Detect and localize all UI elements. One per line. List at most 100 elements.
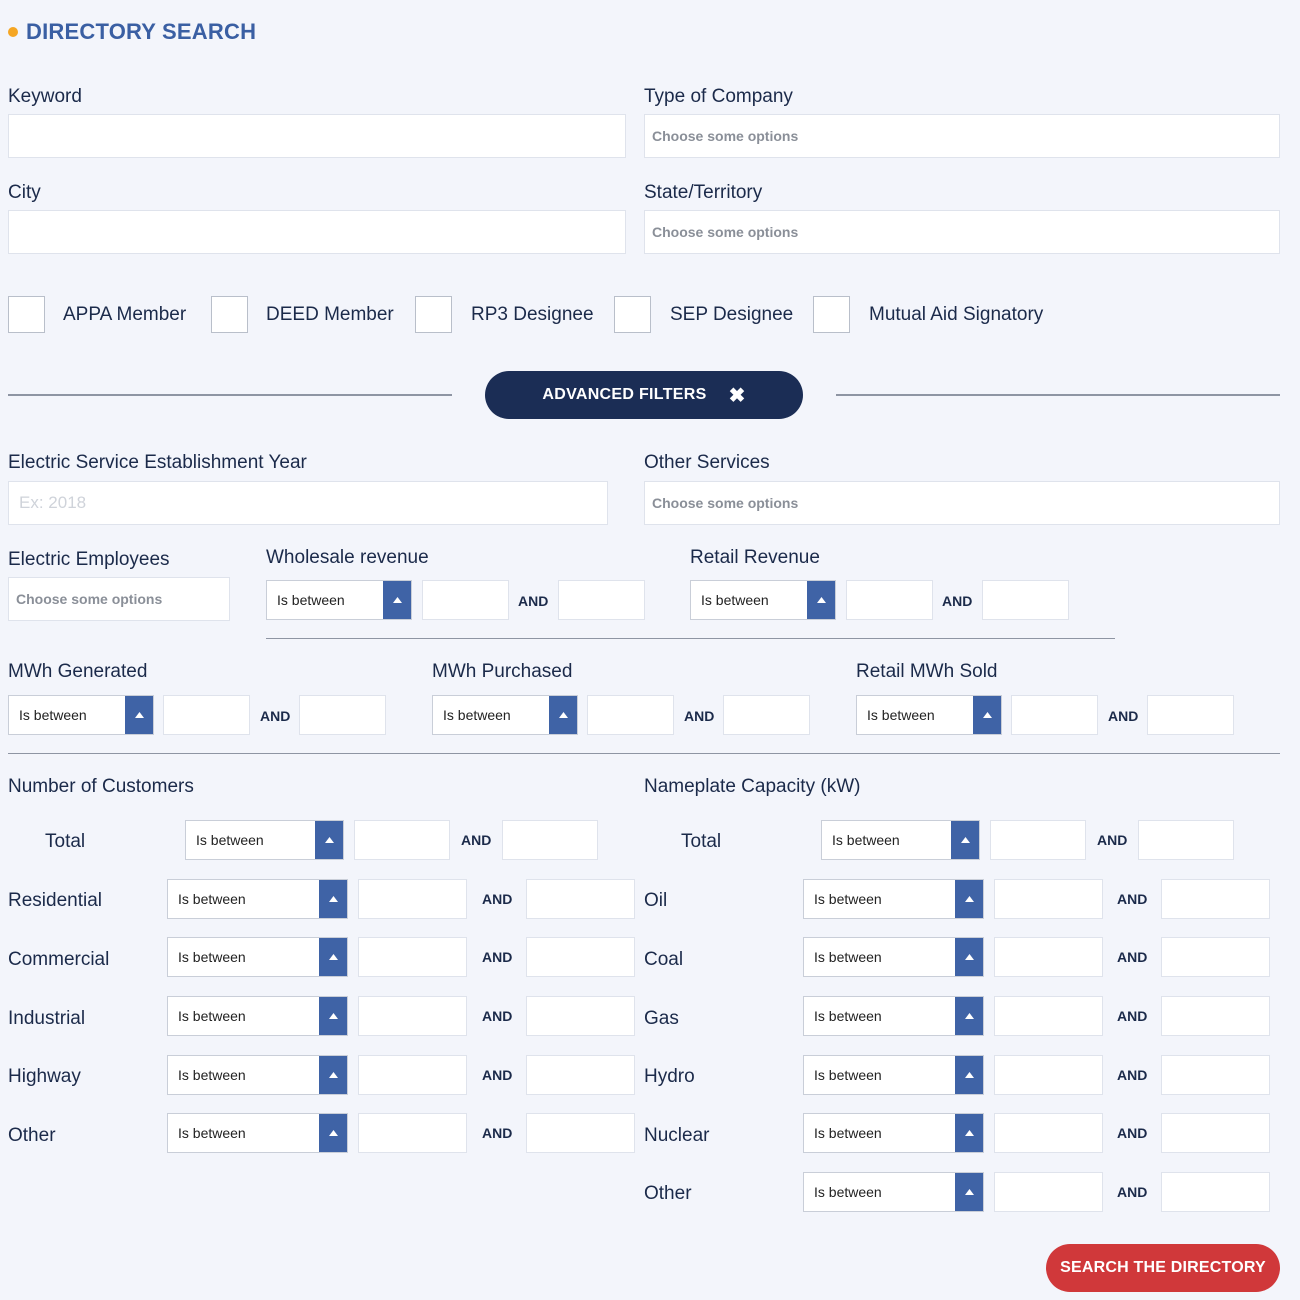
customers-total-operator-select[interactable]: Is between bbox=[185, 820, 344, 860]
mwh-generated-min-field[interactable] bbox=[163, 695, 250, 735]
capacity-nuclear-min-field[interactable] bbox=[994, 1113, 1103, 1153]
capacity-total-min-field[interactable] bbox=[990, 820, 1086, 860]
capacity-oil-max-input[interactable] bbox=[1162, 880, 1269, 918]
customers-industrial-max-field[interactable] bbox=[526, 996, 635, 1036]
wholesale-revenue-min-field[interactable] bbox=[422, 580, 509, 620]
capacity-nuclear-max-field[interactable] bbox=[1161, 1113, 1270, 1153]
wholesale-revenue-max-field[interactable] bbox=[558, 580, 645, 620]
rp3-designee-checkbox[interactable] bbox=[415, 296, 452, 333]
retail-revenue-max-field[interactable] bbox=[982, 580, 1069, 620]
customers-commercial-operator-select[interactable]: Is between bbox=[167, 937, 348, 977]
customers-residential-max-field[interactable] bbox=[526, 879, 635, 919]
sep-designee-checkbox[interactable] bbox=[614, 296, 651, 333]
capacity-nuclear-operator-select[interactable]: Is between bbox=[803, 1113, 984, 1153]
customers-industrial-max-input[interactable] bbox=[527, 997, 634, 1035]
capacity-oil-max-field[interactable] bbox=[1161, 879, 1270, 919]
keyword-input[interactable] bbox=[9, 115, 625, 157]
mutual-aid-checkbox[interactable] bbox=[813, 296, 850, 333]
retail-mwh-sold-max-field[interactable] bbox=[1147, 695, 1234, 735]
other-services-select[interactable]: Choose some options bbox=[644, 481, 1280, 525]
retail-mwh-sold-min-field[interactable] bbox=[1011, 695, 1098, 735]
customers-industrial-min-input[interactable] bbox=[359, 997, 466, 1035]
customers-commercial-min-field[interactable] bbox=[358, 937, 467, 977]
capacity-coal-operator-select[interactable]: Is between bbox=[803, 937, 984, 977]
type-of-company-select[interactable]: Choose some options bbox=[644, 114, 1280, 158]
mwh-generated-max-input[interactable] bbox=[300, 696, 385, 734]
retail-mwh-sold-min-input[interactable] bbox=[1012, 696, 1097, 734]
capacity-coal-min-input[interactable] bbox=[995, 938, 1102, 976]
retail-mwh-sold-max-input[interactable] bbox=[1148, 696, 1233, 734]
customers-other-max-field[interactable] bbox=[526, 1113, 635, 1153]
mwh-purchased-operator-select[interactable]: Is between bbox=[432, 695, 578, 735]
customers-other-min-input[interactable] bbox=[359, 1114, 466, 1152]
city-field[interactable] bbox=[8, 210, 626, 254]
customers-total-max-input[interactable] bbox=[503, 821, 597, 859]
customers-highway-max-input[interactable] bbox=[527, 1056, 634, 1094]
capacity-hydro-min-input[interactable] bbox=[995, 1056, 1102, 1094]
customers-other-min-field[interactable] bbox=[358, 1113, 467, 1153]
appa-member-checkbox[interactable] bbox=[8, 296, 45, 333]
capacity-hydro-max-input[interactable] bbox=[1162, 1056, 1269, 1094]
capacity-other-min-input[interactable] bbox=[995, 1173, 1102, 1211]
mwh-generated-operator-select[interactable]: Is between bbox=[8, 695, 154, 735]
capacity-nuclear-min-input[interactable] bbox=[995, 1114, 1102, 1152]
mwh-purchased-min-field[interactable] bbox=[587, 695, 674, 735]
capacity-hydro-min-field[interactable] bbox=[994, 1055, 1103, 1095]
mwh-generated-max-field[interactable] bbox=[299, 695, 386, 735]
retail-revenue-min-field[interactable] bbox=[846, 580, 933, 620]
capacity-hydro-operator-select[interactable]: Is between bbox=[803, 1055, 984, 1095]
capacity-coal-max-field[interactable] bbox=[1161, 937, 1270, 977]
wholesale-revenue-min-input[interactable] bbox=[423, 581, 508, 619]
customers-highway-operator-select[interactable]: Is between bbox=[167, 1055, 348, 1095]
state-select[interactable]: Choose some options bbox=[644, 210, 1280, 254]
mwh-purchased-max-input[interactable] bbox=[724, 696, 809, 734]
customers-commercial-max-input[interactable] bbox=[527, 938, 634, 976]
capacity-other-min-field[interactable] bbox=[994, 1172, 1103, 1212]
mwh-generated-min-input[interactable] bbox=[164, 696, 249, 734]
capacity-oil-min-input[interactable] bbox=[995, 880, 1102, 918]
customers-industrial-min-field[interactable] bbox=[358, 996, 467, 1036]
capacity-oil-min-field[interactable] bbox=[994, 879, 1103, 919]
customers-industrial-operator-select[interactable]: Is between bbox=[167, 996, 348, 1036]
wholesale-revenue-max-input[interactable] bbox=[559, 581, 644, 619]
customers-total-min-field[interactable] bbox=[354, 820, 450, 860]
capacity-coal-min-field[interactable] bbox=[994, 937, 1103, 977]
customers-total-min-input[interactable] bbox=[355, 821, 449, 859]
establishment-year-field[interactable] bbox=[8, 481, 608, 525]
mwh-purchased-max-field[interactable] bbox=[723, 695, 810, 735]
electric-employees-select[interactable]: Choose some options bbox=[8, 577, 230, 621]
retail-revenue-min-input[interactable] bbox=[847, 581, 932, 619]
establishment-year-input[interactable] bbox=[9, 482, 607, 524]
retail-revenue-operator-select[interactable]: Is between bbox=[690, 580, 836, 620]
capacity-hydro-max-field[interactable] bbox=[1161, 1055, 1270, 1095]
keyword-field[interactable] bbox=[8, 114, 626, 158]
deed-member-checkbox[interactable] bbox=[211, 296, 248, 333]
city-input[interactable] bbox=[9, 211, 625, 253]
capacity-gas-max-input[interactable] bbox=[1162, 997, 1269, 1035]
search-directory-button[interactable]: SEARCH THE DIRECTORY bbox=[1046, 1244, 1280, 1292]
retail-revenue-max-input[interactable] bbox=[983, 581, 1068, 619]
capacity-other-max-field[interactable] bbox=[1161, 1172, 1270, 1212]
customers-commercial-max-field[interactable] bbox=[526, 937, 635, 977]
close-icon[interactable]: ✖ bbox=[729, 383, 746, 408]
capacity-gas-min-field[interactable] bbox=[994, 996, 1103, 1036]
capacity-total-operator-select[interactable]: Is between bbox=[821, 820, 980, 860]
capacity-nuclear-max-input[interactable] bbox=[1162, 1114, 1269, 1152]
retail-mwh-sold-operator-select[interactable]: Is between bbox=[856, 695, 1002, 735]
customers-residential-max-input[interactable] bbox=[527, 880, 634, 918]
capacity-gas-min-input[interactable] bbox=[995, 997, 1102, 1035]
customers-residential-min-input[interactable] bbox=[359, 880, 466, 918]
customers-residential-min-field[interactable] bbox=[358, 879, 467, 919]
wholesale-revenue-operator-select[interactable]: Is between bbox=[266, 580, 412, 620]
customers-total-max-field[interactable] bbox=[502, 820, 598, 860]
customers-commercial-min-input[interactable] bbox=[359, 938, 466, 976]
customers-other-max-input[interactable] bbox=[527, 1114, 634, 1152]
capacity-other-operator-select[interactable]: Is between bbox=[803, 1172, 984, 1212]
capacity-other-max-input[interactable] bbox=[1162, 1173, 1269, 1211]
customers-other-operator-select[interactable]: Is between bbox=[167, 1113, 348, 1153]
advanced-filters-button[interactable]: ADVANCED FILTERS ✖ bbox=[485, 371, 803, 419]
capacity-total-max-field[interactable] bbox=[1138, 820, 1234, 860]
capacity-gas-operator-select[interactable]: Is between bbox=[803, 996, 984, 1036]
capacity-oil-operator-select[interactable]: Is between bbox=[803, 879, 984, 919]
capacity-gas-max-field[interactable] bbox=[1161, 996, 1270, 1036]
